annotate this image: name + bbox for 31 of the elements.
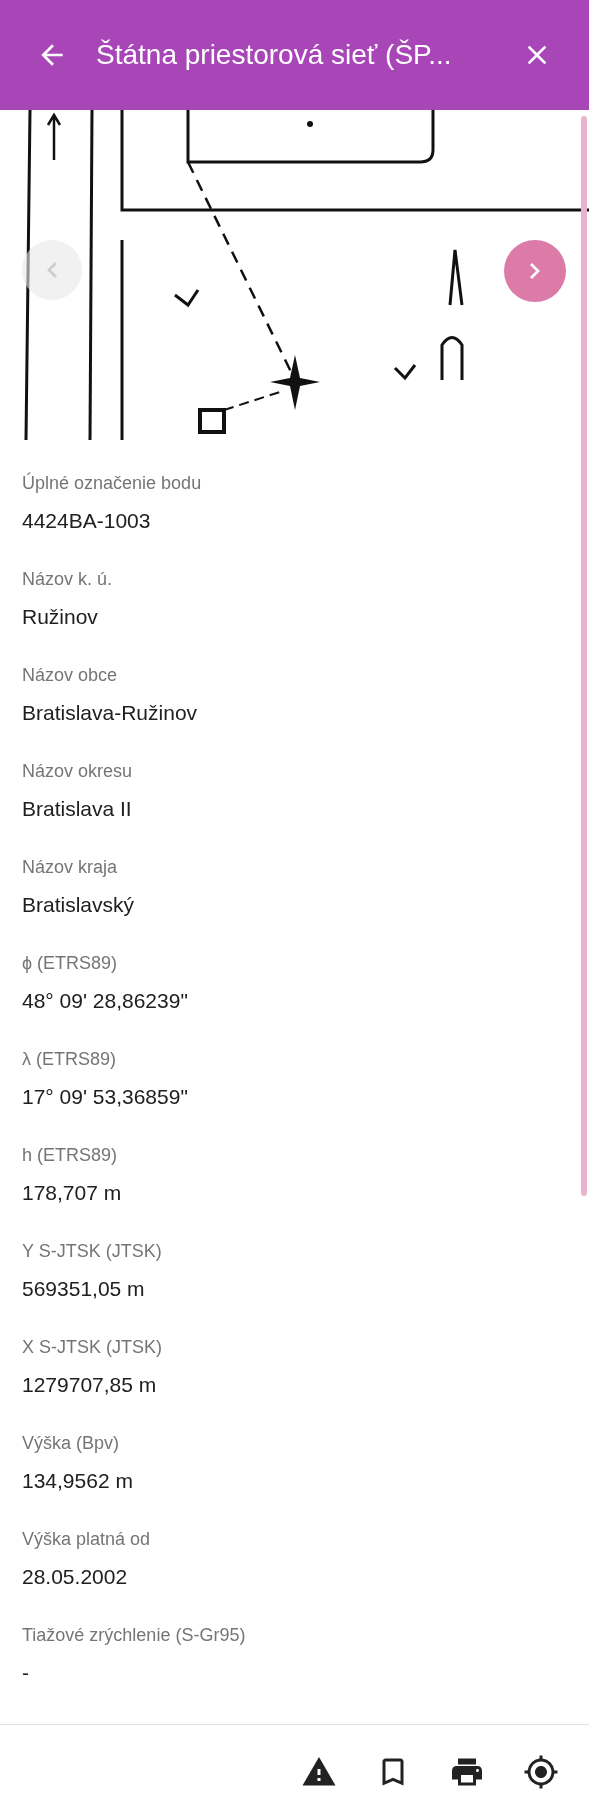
field-value: - [22, 1660, 30, 1686]
field-label: Výška (Bpv) [22, 1432, 121, 1455]
field-value: 17° 09' 53,36859" [22, 1084, 189, 1110]
field-value: Bratislavský [22, 892, 136, 918]
field-value: 1279707,85 m [22, 1372, 158, 1398]
field-value: Bratislava-Ružinov [22, 700, 199, 726]
field-label: Názov okresu [22, 760, 134, 783]
field-label: h (ETRS89) [22, 1144, 119, 1167]
field-value: Bratislava II [22, 796, 133, 822]
toolbar-button[interactable] [523, 1753, 559, 1790]
field-value: 28.05.2002 [22, 1564, 129, 1590]
field-label: Výška platná od [22, 1528, 152, 1551]
field-value: 178,707 m [22, 1180, 123, 1206]
field-label: Názov k. ú. [22, 568, 114, 591]
field-label: ϕ (ETRS89) [22, 952, 119, 975]
chevron-right-icon [530, 263, 540, 279]
field-value: Ružinov [22, 604, 99, 630]
chevron-left-icon [47, 262, 57, 278]
field-label: Názov kraja [22, 856, 119, 879]
field-label: Tiažové zrýchlenie (S-Gr95) [22, 1624, 247, 1647]
field-label: λ (ETRS89) [22, 1048, 118, 1071]
field-label: X S-JTSK (JTSK) [22, 1336, 163, 1359]
field-label: Názov obce [22, 664, 119, 687]
window-title: Štátna priestorová sieť (ŠP... [96, 38, 453, 72]
field-value: 48° 09' 28,86239" [22, 988, 189, 1014]
field-label: Úplné označenie bodu [22, 471, 203, 495]
field-value: 134,9562 m [22, 1468, 134, 1494]
field-label: Y S-JTSK (JTSK) [22, 1240, 163, 1263]
field-value: 4424BA-1003 [22, 508, 152, 534]
crosshair-icon [523, 1753, 559, 1790]
field-value: 569351,05 m [22, 1276, 146, 1302]
